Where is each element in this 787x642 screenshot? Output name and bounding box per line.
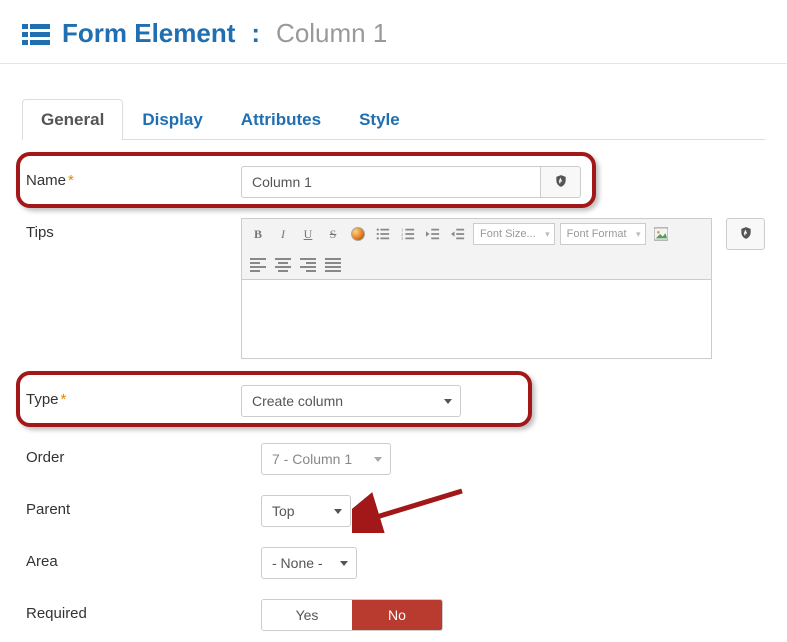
parent-select[interactable]: Top xyxy=(261,495,351,527)
order-select[interactable]: 7 - Column 1 xyxy=(261,443,391,475)
tab-general[interactable]: General xyxy=(22,99,123,140)
page-subtitle: Column 1 xyxy=(276,18,387,49)
label-name: Name* xyxy=(26,166,241,189)
translate-icon xyxy=(739,226,753,243)
area-select-value: - None - xyxy=(272,555,323,571)
editor-toolbar: B I U S 123 xyxy=(241,218,712,279)
page-header: Form Element : Column 1 xyxy=(0,0,787,64)
label-name-text: Name xyxy=(26,172,66,189)
svg-text:3: 3 xyxy=(401,236,404,241)
outdent-button[interactable] xyxy=(423,224,443,244)
list-icon xyxy=(22,22,50,46)
type-select[interactable]: Create column xyxy=(241,385,461,417)
row-area: Area - None - xyxy=(22,537,765,589)
list-ul-button[interactable] xyxy=(373,224,393,244)
underline-button[interactable]: U xyxy=(298,224,318,244)
parent-select-value: Top xyxy=(272,503,295,519)
row-type: Type* Create column xyxy=(22,375,765,427)
label-type: Type* xyxy=(26,385,241,408)
required-toggle: Yes No xyxy=(261,599,443,631)
translate-icon xyxy=(554,174,568,191)
form-body: General Display Attributes Style Name* T… xyxy=(0,64,787,641)
form-area: Name* Tips B I U S xyxy=(22,148,765,641)
row-parent: Parent Top xyxy=(22,485,765,537)
area-select[interactable]: - None - xyxy=(261,547,357,579)
align-justify-button[interactable] xyxy=(323,255,343,275)
tips-editor: B I U S 123 xyxy=(241,218,712,359)
row-order: Order 7 - Column 1 xyxy=(22,433,765,485)
tips-textarea[interactable] xyxy=(241,279,712,359)
strike-button[interactable]: S xyxy=(323,224,343,244)
arrow-annotation xyxy=(352,483,482,533)
tab-display[interactable]: Display xyxy=(123,99,221,140)
required-star: * xyxy=(68,172,74,189)
font-format-select[interactable]: Font Format xyxy=(560,223,646,245)
italic-button[interactable]: I xyxy=(273,224,293,244)
type-select-value: Create column xyxy=(252,393,343,409)
required-yes-button[interactable]: Yes xyxy=(262,600,352,630)
row-name: Name* xyxy=(22,156,765,208)
align-center-button[interactable] xyxy=(273,255,293,275)
title-separator: : xyxy=(251,18,260,49)
label-tips: Tips xyxy=(26,218,241,241)
bold-button[interactable]: B xyxy=(248,224,268,244)
label-order: Order xyxy=(26,443,241,466)
color-icon xyxy=(351,227,365,241)
name-input[interactable] xyxy=(241,166,541,198)
row-required: Required Yes No xyxy=(22,589,765,641)
tips-translate-button[interactable] xyxy=(726,218,765,250)
list-ol-button[interactable]: 123 xyxy=(398,224,418,244)
label-required: Required xyxy=(26,599,241,622)
color-button[interactable] xyxy=(348,224,368,244)
translate-button[interactable] xyxy=(541,166,581,198)
align-left-button[interactable] xyxy=(248,255,268,275)
label-area: Area xyxy=(26,547,241,570)
required-no-button[interactable]: No xyxy=(352,600,442,630)
label-type-text: Type xyxy=(26,391,59,408)
order-select-value: 7 - Column 1 xyxy=(272,451,352,467)
indent-button[interactable] xyxy=(448,224,468,244)
required-star: * xyxy=(61,391,67,408)
tab-bar: General Display Attributes Style xyxy=(22,98,765,140)
row-tips: Tips B I U S 123 xyxy=(22,208,765,369)
tab-attributes[interactable]: Attributes xyxy=(222,99,340,140)
image-button[interactable] xyxy=(651,224,671,244)
tab-style[interactable]: Style xyxy=(340,99,419,140)
font-size-select[interactable]: Font Size... xyxy=(473,223,555,245)
align-right-button[interactable] xyxy=(298,255,318,275)
page-title: Form Element xyxy=(62,18,235,49)
label-parent: Parent xyxy=(26,495,241,518)
